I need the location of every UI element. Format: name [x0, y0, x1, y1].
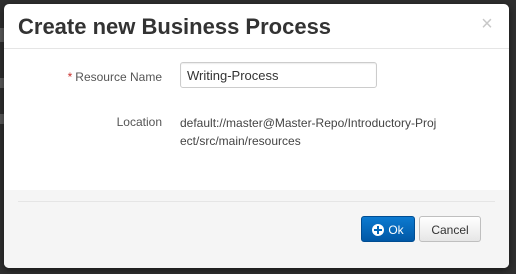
- footer-divider: [18, 201, 495, 202]
- create-business-process-dialog: Create new Business Process × * Resource …: [4, 4, 509, 268]
- cancel-button[interactable]: Cancel: [419, 216, 481, 242]
- dialog-title: Create new Business Process: [18, 14, 332, 39]
- required-marker: *: [67, 70, 73, 84]
- resource-name-input[interactable]: [180, 62, 377, 88]
- location-value: default://master@Master-Repo/Introductor…: [180, 116, 437, 148]
- ok-button[interactable]: Ok: [361, 216, 415, 242]
- location-row: Location default://master@Master-Repo/In…: [4, 114, 509, 154]
- plus-circle-icon: [372, 224, 385, 236]
- close-icon[interactable]: ×: [479, 14, 495, 34]
- dialog-header: Create new Business Process ×: [4, 4, 509, 49]
- resource-name-label-text: Resource Name: [75, 70, 162, 84]
- ok-button-label: Ok: [388, 223, 404, 237]
- location-label: Location: [116, 115, 162, 129]
- resource-name-row: * Resource Name: [4, 62, 509, 90]
- resource-name-label: * Resource Name: [68, 70, 162, 84]
